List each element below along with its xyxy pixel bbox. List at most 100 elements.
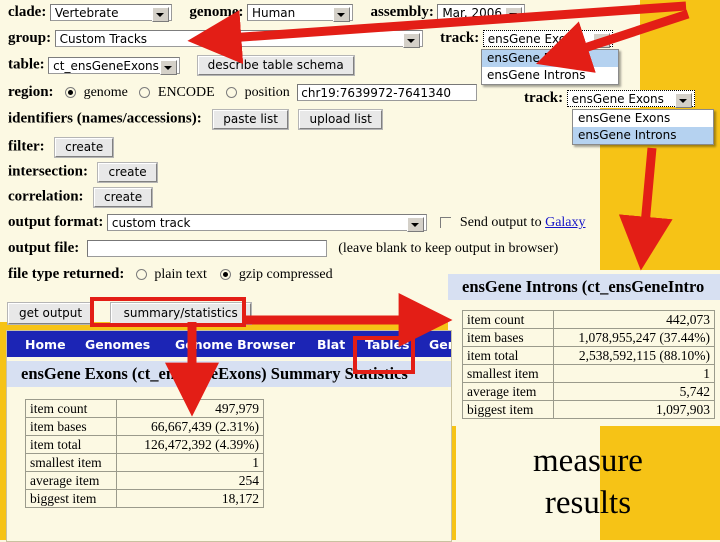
table-row: smallest item 1 xyxy=(25,453,264,472)
row-region: region: genome ENCODE position chr19:763… xyxy=(8,84,478,102)
stat-value: 497,979 xyxy=(116,399,264,418)
chevron-down-icon[interactable] xyxy=(674,93,692,109)
genome-label: genome: xyxy=(189,4,244,20)
exons-result-panel: Home Genomes Genome Browser Blat Tables … xyxy=(6,330,452,542)
measure-results-line1: measure xyxy=(533,443,643,479)
filter-label: filter: xyxy=(8,138,45,155)
chevron-down-icon[interactable] xyxy=(332,7,350,23)
stat-key: item bases xyxy=(462,328,554,347)
send-to-galaxy-checkbox[interactable] xyxy=(440,217,452,229)
measure-results-line2: results xyxy=(544,485,632,521)
chevron-down-icon[interactable] xyxy=(505,7,523,23)
table-row: item count 442,073 xyxy=(462,310,715,329)
dropdown-option[interactable]: ensGene Exons xyxy=(482,50,618,67)
paste-list-button[interactable]: paste list xyxy=(213,110,288,129)
clade-select[interactable]: Vertebrate xyxy=(49,4,172,23)
row-filter: filter: create xyxy=(8,138,114,157)
row-correlation: correlation: create xyxy=(8,188,153,207)
table-label: table: xyxy=(8,56,45,73)
row-action-buttons: get output summary/statistics xyxy=(8,303,251,324)
stat-value: 18,172 xyxy=(116,489,264,508)
chevron-down-icon[interactable] xyxy=(151,7,169,23)
chevron-down-icon[interactable] xyxy=(406,217,424,233)
gzip-radio[interactable] xyxy=(220,269,232,281)
exons-stats-table: item count 497,979 item bases 66,667,439… xyxy=(25,399,264,508)
region-genome-radio[interactable] xyxy=(65,87,77,99)
nav-item-home[interactable]: Home xyxy=(25,337,66,352)
table-row: biggest item 18,172 xyxy=(25,489,264,508)
stat-value: 126,472,392 (4.39%) xyxy=(116,435,264,454)
nav-item-genome-graphs[interactable]: Gen xyxy=(429,337,451,352)
nav-item-blat[interactable]: Blat xyxy=(317,337,345,352)
dropdown-option[interactable]: ensGene Introns xyxy=(482,67,618,84)
region-encode-radio[interactable] xyxy=(139,87,151,99)
stat-key: biggest item xyxy=(25,489,117,508)
table-row: item total 126,472,392 (4.39%) xyxy=(25,435,264,454)
intersection-create-button[interactable]: create xyxy=(98,163,157,182)
nav-item-genomes[interactable]: Genomes xyxy=(85,337,150,352)
stat-key: item total xyxy=(25,435,117,454)
row-track-bottom: track: ensGene Exons xyxy=(524,90,695,109)
stat-value: 1 xyxy=(116,453,264,472)
file-type-label: file type returned: xyxy=(8,266,125,282)
get-output-button[interactable]: get output xyxy=(8,303,94,324)
chevron-down-icon[interactable] xyxy=(160,60,178,75)
describe-table-schema-button[interactable]: describe table schema xyxy=(197,56,354,75)
position-input[interactable]: chr19:7639972-7641340 xyxy=(297,84,478,102)
page-root: clade: Vertebrate genome: Human assembly… xyxy=(0,0,720,542)
table-row: item count 497,979 xyxy=(25,399,264,418)
track-top-dropdown-list[interactable]: ensGene Exons ensGene Introns xyxy=(481,49,619,85)
output-format-select-value: custom track xyxy=(111,216,191,231)
output-file-input[interactable] xyxy=(86,240,327,258)
region-encode-label: ENCODE xyxy=(157,85,215,100)
stat-key: biggest item xyxy=(462,400,554,419)
dropdown-option[interactable]: ensGene Introns xyxy=(573,127,713,144)
assembly-select[interactable]: Mar. 2006 xyxy=(437,4,526,23)
stat-value: 1,097,903 xyxy=(553,400,715,419)
plain-text-radio[interactable] xyxy=(135,269,147,281)
track-bottom-select-value: ensGene Exons xyxy=(571,92,664,107)
table-row: smallest item 1 xyxy=(462,364,715,383)
correlation-create-button[interactable]: create xyxy=(94,188,153,207)
region-position-radio[interactable] xyxy=(226,87,238,99)
stat-key: item total xyxy=(462,346,554,365)
table-row: biggest item 1,097,903 xyxy=(462,400,715,419)
region-position-label: position xyxy=(244,85,290,100)
table-row: item bases 66,667,439 (2.31%) xyxy=(25,417,264,436)
upload-list-button[interactable]: upload list xyxy=(299,110,382,129)
intersection-label: intersection: xyxy=(8,163,88,180)
summary-statistics-button[interactable]: summary/statistics xyxy=(110,303,251,324)
track-bottom-dropdown-list[interactable]: ensGene Exons ensGene Introns xyxy=(572,109,714,145)
genome-select-value: Human xyxy=(251,6,296,21)
table-row: item bases 1,078,955,247 (37.44%) xyxy=(462,328,715,347)
stat-value: 1,078,955,247 (37.44%) xyxy=(553,328,715,347)
chevron-down-icon[interactable] xyxy=(402,33,420,49)
identifiers-label: identifiers (names/accessions): xyxy=(8,110,202,127)
table-select-value: ct_ensGeneExons xyxy=(53,59,159,73)
stat-value: 442,073 xyxy=(553,310,715,329)
group-select[interactable]: Custom Tracks xyxy=(54,30,423,49)
output-format-select[interactable]: custom track xyxy=(106,214,427,233)
exons-panel-title: ensGene Exons (ct_ensGeneExons) Summary … xyxy=(7,361,451,387)
filter-create-button[interactable]: create xyxy=(55,138,114,157)
table-row: item total 2,538,592,115 (88.10%) xyxy=(462,346,715,365)
nav-item-tables[interactable]: Tables xyxy=(365,337,410,352)
track-bottom-select[interactable]: ensGene Exons xyxy=(566,90,695,109)
galaxy-link[interactable]: Galaxy xyxy=(545,215,585,230)
row-group-track: group: Custom Tracks track: ensGene Exon… xyxy=(8,30,613,49)
genome-select[interactable]: Human xyxy=(246,4,353,23)
group-label: group: xyxy=(8,30,52,46)
row-identifiers: identifiers (names/accessions): paste li… xyxy=(8,110,382,129)
stat-key: item count xyxy=(462,310,554,329)
table-row: average item 5,742 xyxy=(462,382,715,401)
table-select[interactable]: ct_ensGeneExons xyxy=(48,57,181,75)
clade-label: clade: xyxy=(8,4,47,20)
track-top-select[interactable]: ensGene Exons xyxy=(482,30,613,49)
nav-item-genome-browser[interactable]: Genome Browser xyxy=(175,337,295,352)
dropdown-option[interactable]: ensGene Exons xyxy=(573,110,713,127)
stat-key: smallest item xyxy=(462,364,554,383)
exons-stats-body: item count 497,979 item bases 66,667,439… xyxy=(25,399,264,508)
track-top-select-value: ensGene Exons xyxy=(487,32,580,47)
row-output-format: output format: custom track Send output … xyxy=(8,214,586,233)
chevron-down-icon[interactable] xyxy=(592,33,610,49)
